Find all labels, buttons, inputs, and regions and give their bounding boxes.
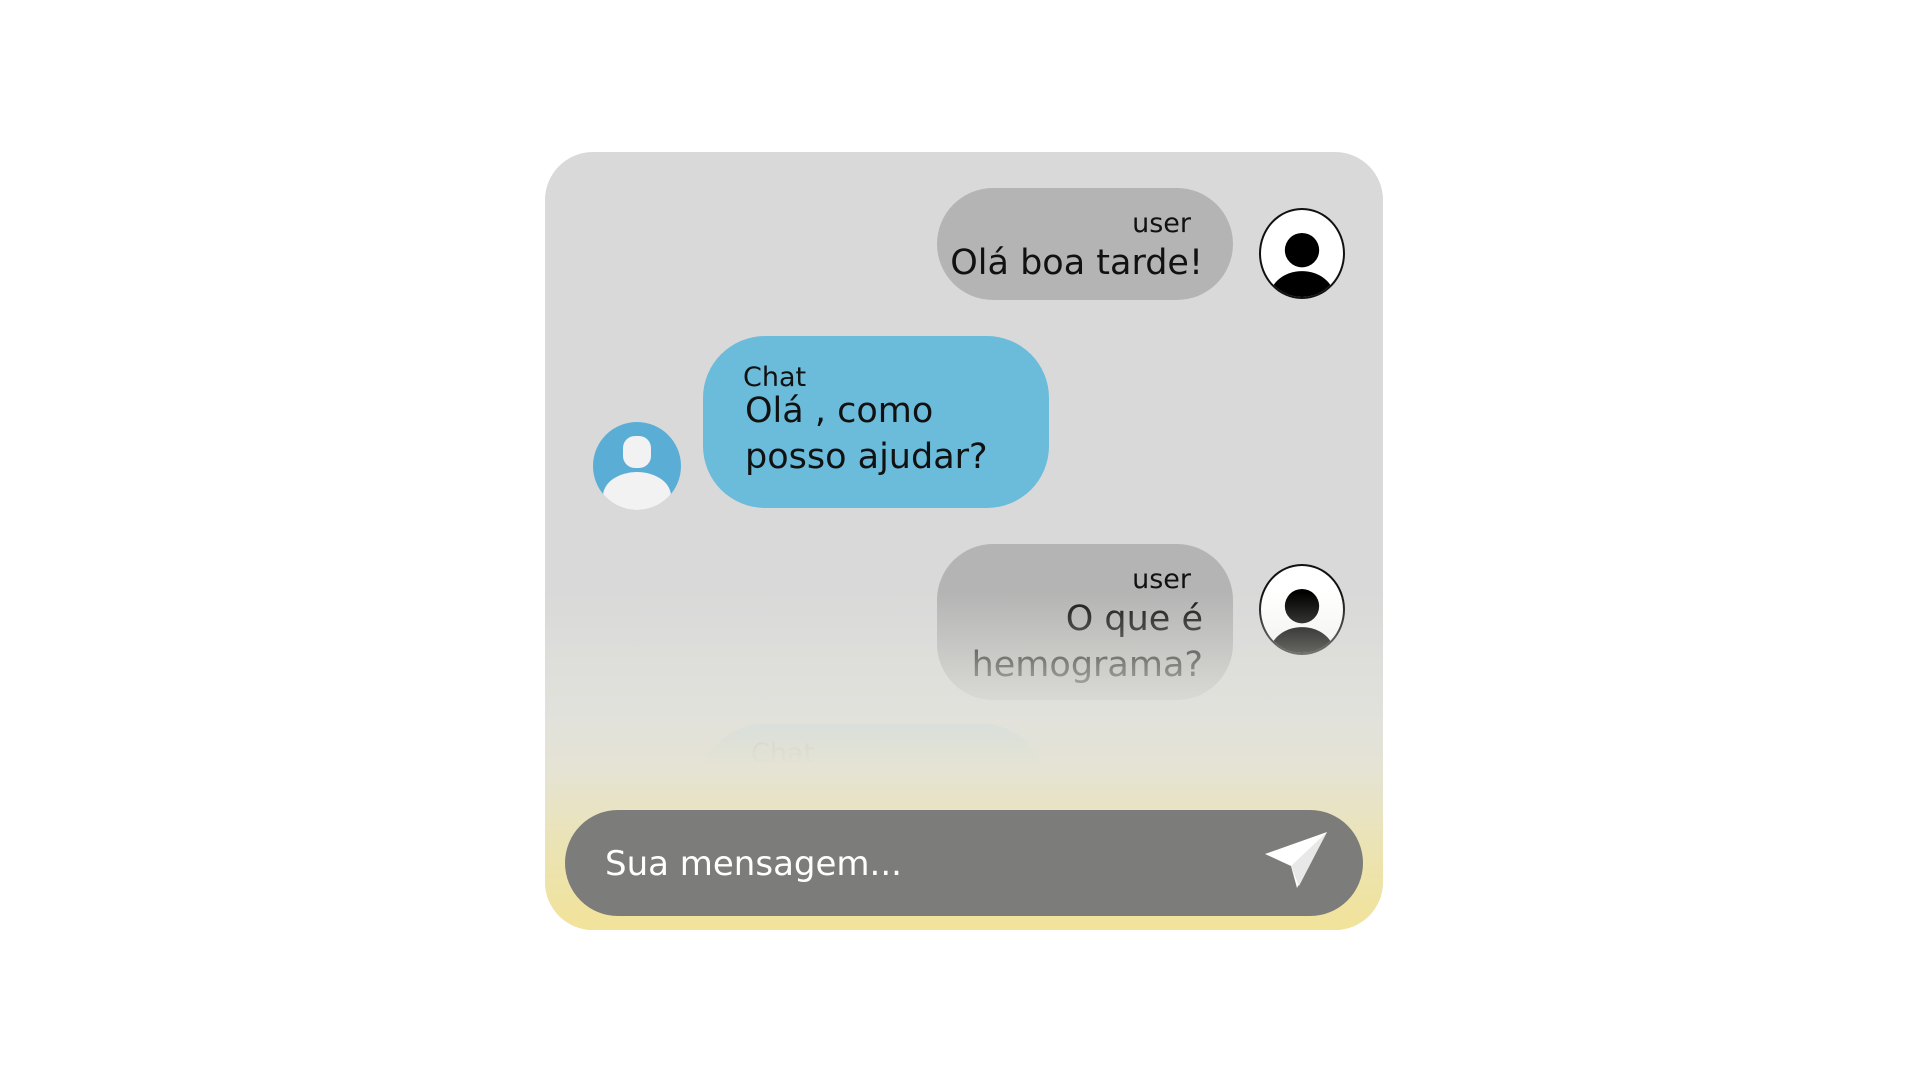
- message-text: O que é hemograma?: [971, 599, 1203, 685]
- message-user: user O que é hemograma?: [937, 544, 1233, 700]
- paper-plane-icon: [1265, 832, 1327, 888]
- user-avatar-icon: [1259, 564, 1345, 655]
- message-text: Olá boa tarde!: [950, 243, 1203, 283]
- chat-window: user Olá boa tarde! Chat Olá , como poss…: [545, 152, 1383, 930]
- bot-avatar-icon: [593, 422, 681, 510]
- message-sender: user: [1132, 208, 1191, 239]
- message-bot: Chat Olá , como posso ajudar?: [703, 336, 1049, 508]
- user-avatar-icon: [1259, 208, 1345, 299]
- message-composer: [565, 810, 1363, 916]
- message-text: Olá , como posso ajudar?: [745, 391, 988, 477]
- message-sender: user: [1132, 564, 1191, 595]
- message-user: user Olá boa tarde!: [937, 188, 1233, 300]
- message-input[interactable]: [603, 830, 1227, 898]
- send-button[interactable]: [1261, 828, 1331, 898]
